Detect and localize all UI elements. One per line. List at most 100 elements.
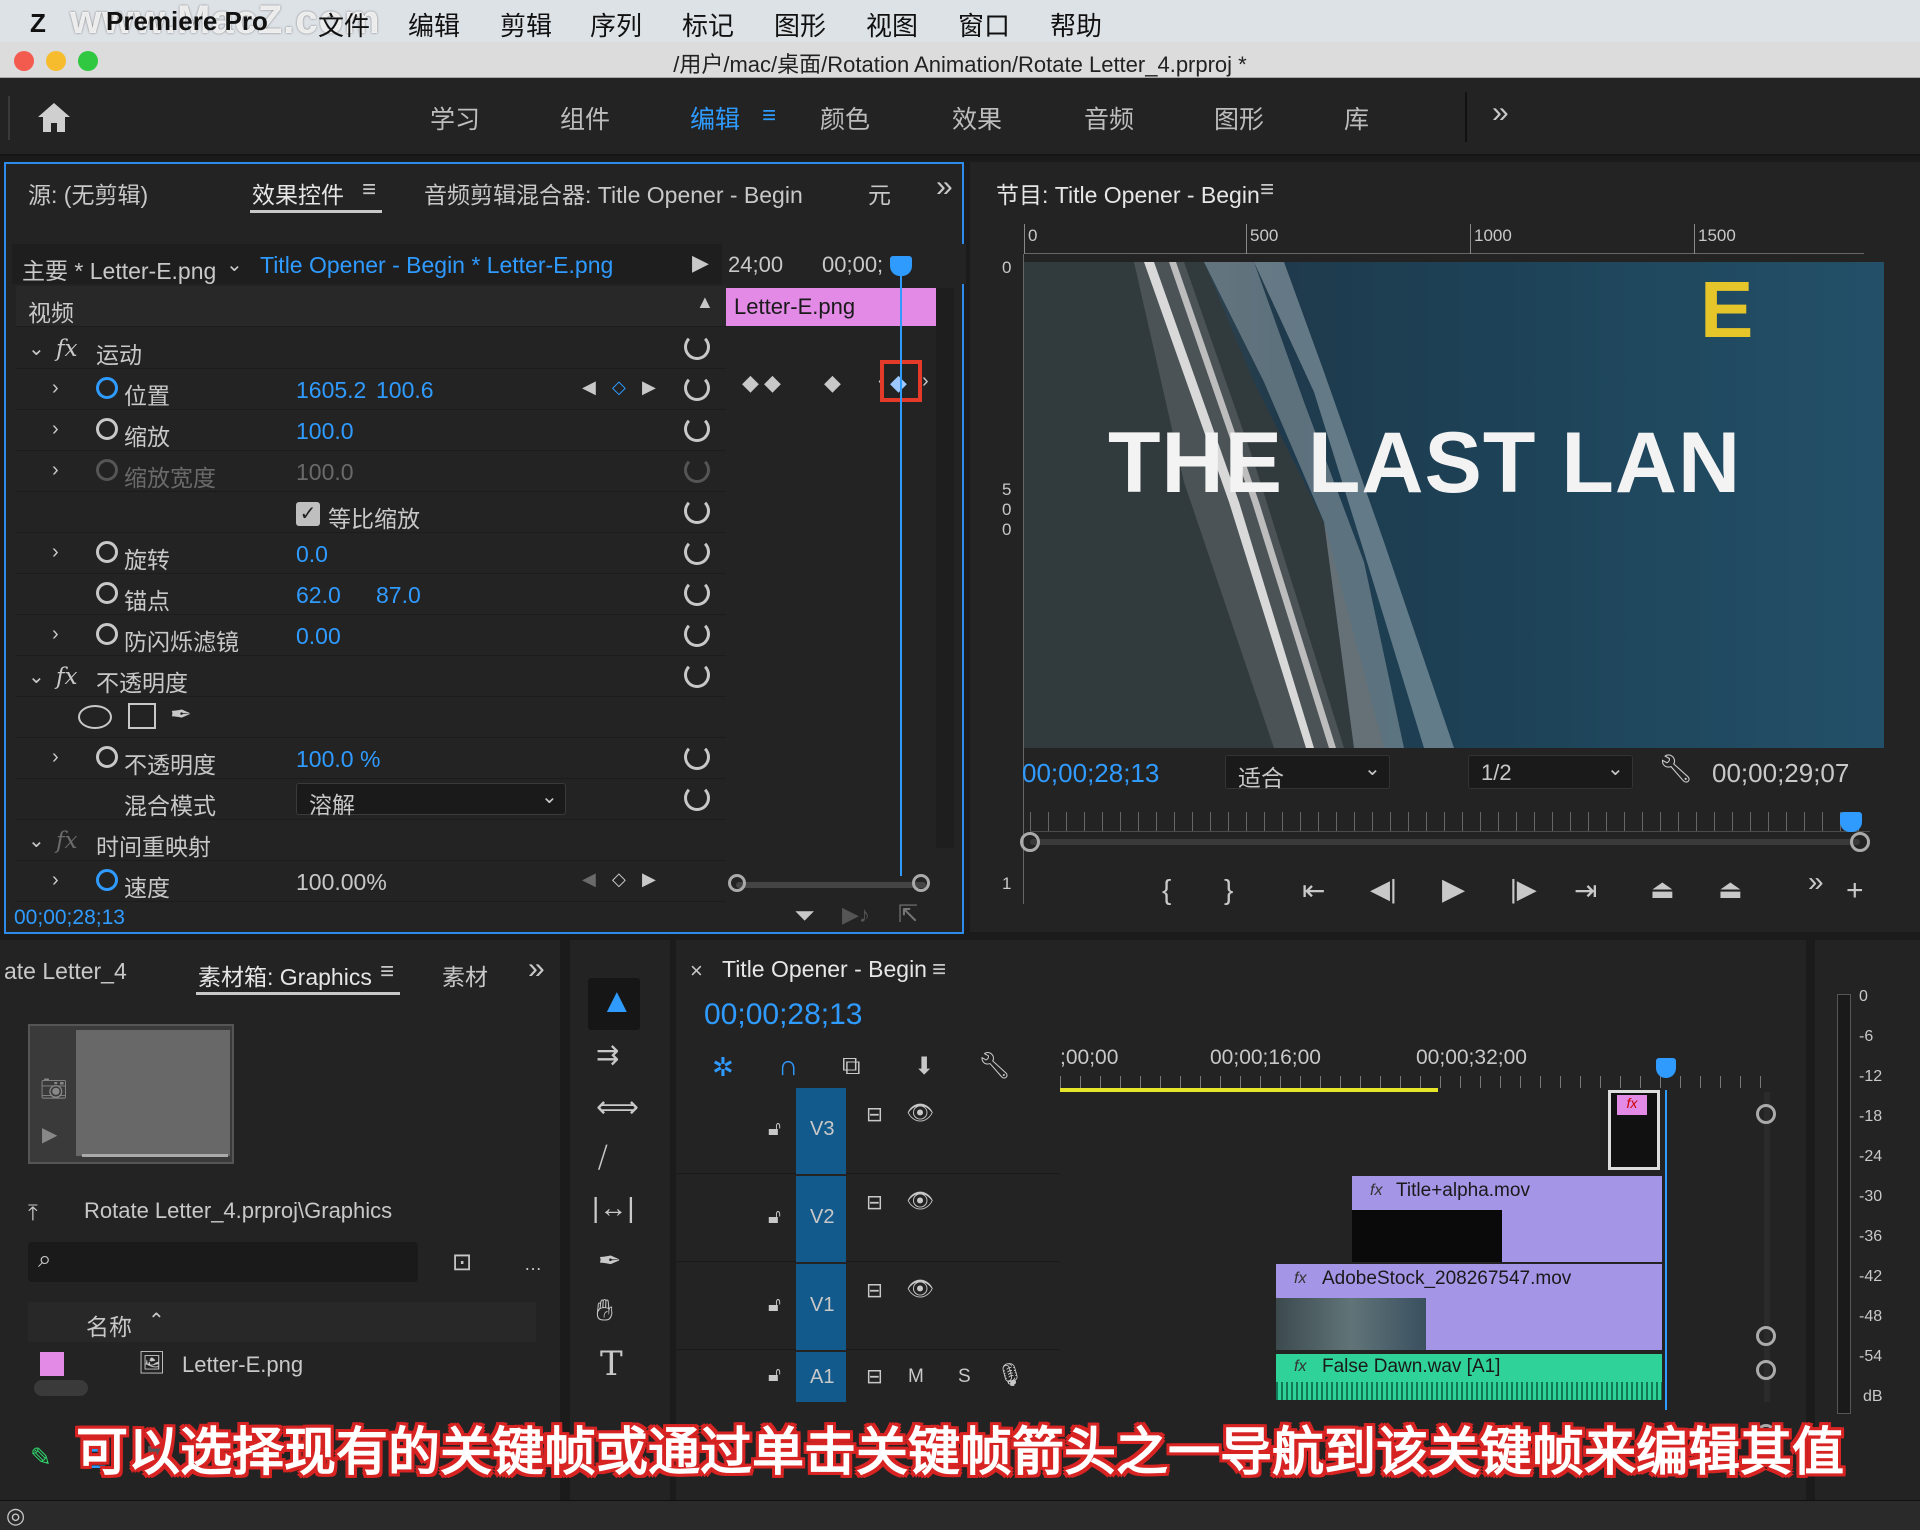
position-x-value[interactable]: 1605.2 xyxy=(296,377,366,404)
add-keyframe-icon[interactable]: ◇ xyxy=(612,869,626,890)
scale-value[interactable]: 100.0 xyxy=(296,418,354,445)
keyframe-diamond[interactable]: ◆ xyxy=(824,370,841,396)
extract-icon[interactable]: ⏏ xyxy=(1718,874,1743,905)
eye-icon[interactable]: 👁︎ xyxy=(906,1188,934,1214)
camera-icon[interactable]: 📷︎ xyxy=(40,1076,68,1102)
overlay-letter-e[interactable]: E xyxy=(1700,264,1753,356)
filter-icon[interactable]: ⏷ xyxy=(794,900,815,932)
resolution-select[interactable]: 1/2 ⌄ xyxy=(1468,755,1633,789)
collapse-up-icon[interactable]: ▲ xyxy=(696,292,714,313)
home-icon[interactable] xyxy=(36,100,72,134)
chevron-down-icon[interactable]: ⌄ xyxy=(226,252,243,277)
ec-timecode[interactable]: 00;00;28;13 xyxy=(14,906,125,930)
step-back-icon[interactable]: ◀| xyxy=(1370,874,1397,905)
work-area-bar[interactable] xyxy=(1060,1088,1438,1092)
chevron-right-icon[interactable]: › xyxy=(52,377,59,400)
reset-icon[interactable] xyxy=(684,334,710,360)
clip-false-dawn-audio[interactable]: fx False Dawn.wav [A1] xyxy=(1276,1354,1662,1400)
play-only-clip-icon[interactable]: ▶ xyxy=(692,250,709,276)
stopwatch-icon[interactable] xyxy=(96,541,118,563)
mute-button[interactable]: M xyxy=(908,1366,924,1388)
bin-item-name[interactable]: Letter-E.png xyxy=(182,1352,303,1378)
menu-sequence[interactable]: 序列 xyxy=(590,6,642,43)
ellipse-mask-icon[interactable] xyxy=(78,705,112,729)
zoom-scrollbar[interactable] xyxy=(1030,839,1860,845)
sync-lock-icon[interactable]: ⊟ xyxy=(866,1102,883,1127)
wrench-icon[interactable]: 🔧︎ xyxy=(1658,752,1694,785)
antiflicker-value[interactable]: 0.00 xyxy=(296,623,341,650)
microphone-icon[interactable]: 🎙︎ xyxy=(996,1362,1024,1388)
stopwatch-icon[interactable] xyxy=(96,377,118,399)
selection-tool-icon[interactable]: ▲ xyxy=(600,982,634,1021)
more-panels-icon[interactable]: » xyxy=(936,170,953,204)
anchor-y-value[interactable]: 87.0 xyxy=(376,582,421,609)
reset-icon[interactable] xyxy=(684,785,710,811)
speed-value[interactable]: 100.00% xyxy=(296,869,387,896)
pen-mask-icon[interactable]: ✒ xyxy=(170,699,192,730)
menu-window[interactable]: 窗口 xyxy=(958,6,1010,43)
uniform-scale-checkbox[interactable]: ✓ xyxy=(296,502,320,526)
export-icon[interactable]: ⇱ xyxy=(898,900,918,929)
step-forward-icon[interactable]: |▶ xyxy=(1510,874,1537,905)
sync-lock-icon[interactable]: ⊟ xyxy=(866,1190,883,1215)
timeline-scrollbar[interactable] xyxy=(1764,1092,1770,1402)
chevron-down-icon[interactable]: ⌄ xyxy=(28,828,45,853)
menu-edit[interactable]: 编辑 xyxy=(408,6,460,43)
more-panels-icon[interactable]: » xyxy=(528,952,545,986)
clip-bar[interactable]: Letter-E.png xyxy=(726,288,936,326)
sequence-clip-label[interactable]: Title Opener - Begin * Letter-E.png xyxy=(260,252,613,279)
mark-in-icon[interactable]: { xyxy=(1162,874,1171,906)
keyframe-diamond[interactable]: ◆ xyxy=(742,370,759,396)
anchor-x-value[interactable]: 62.0 xyxy=(296,582,341,609)
tab-source[interactable]: 源: (无剪辑) xyxy=(28,176,148,210)
chevron-right-icon[interactable]: › xyxy=(52,746,59,769)
nest-toggle-icon[interactable]: ✲ xyxy=(712,1052,734,1083)
add-marker-icon[interactable]: ⬇ xyxy=(914,1052,934,1081)
tab-audio-clip-mixer[interactable]: 音频剪辑混合器: Title Opener - Begin xyxy=(424,176,803,210)
timeline-settings-icon[interactable]: 🔧︎ xyxy=(978,1050,1011,1081)
track-target-a1[interactable]: A1 xyxy=(796,1352,846,1402)
tab-project[interactable]: ate Letter_4 xyxy=(4,958,127,985)
panel-menu-icon[interactable]: ≡ xyxy=(380,958,394,986)
menu-help[interactable]: 帮助 xyxy=(1050,6,1102,43)
zoom-handle-left[interactable] xyxy=(1020,832,1040,852)
menu-graphics[interactable]: 图形 xyxy=(774,6,826,43)
sync-lock-icon[interactable]: ⊟ xyxy=(866,1364,883,1389)
prev-keyframe-icon[interactable]: ◀ xyxy=(582,869,596,890)
thumbnail-scrubber[interactable] xyxy=(82,1154,228,1157)
stopwatch-icon[interactable] xyxy=(96,582,118,604)
creative-cloud-icon[interactable]: ◎ xyxy=(6,1503,25,1529)
eye-icon[interactable]: 👁︎ xyxy=(906,1276,934,1302)
chevron-right-icon[interactable]: › xyxy=(52,541,59,564)
scroll-handle[interactable] xyxy=(1756,1360,1776,1380)
tab-graphics[interactable]: 图形 xyxy=(1214,100,1264,136)
scroll-handle[interactable] xyxy=(1756,1326,1776,1346)
timeline-timecode[interactable]: 00;00;28;13 xyxy=(704,998,862,1032)
clip-adobestock[interactable]: fx AdobeStock_208267547.mov xyxy=(1276,1264,1662,1350)
vertical-scrollbar[interactable] xyxy=(936,288,954,848)
horizontal-scrollbar[interactable] xyxy=(736,882,926,888)
menu-clip[interactable]: 剪辑 xyxy=(500,6,552,43)
scroll-handle-left[interactable] xyxy=(728,874,746,892)
panel-menu-icon[interactable]: ≡ xyxy=(1260,176,1274,204)
timeline-playhead[interactable] xyxy=(1656,1058,1676,1078)
label-color-swatch[interactable] xyxy=(40,1352,64,1376)
reset-icon[interactable] xyxy=(684,744,710,770)
fit-select[interactable]: 适合 ⌄ xyxy=(1225,755,1390,791)
program-scrubber[interactable] xyxy=(1030,812,1870,832)
prev-keyframe-icon[interactable]: ◀ xyxy=(582,377,596,398)
snap-icon[interactable]: ∩ xyxy=(778,1050,798,1082)
workspace-menu-icon[interactable]: ≡ xyxy=(762,102,776,130)
tab-libraries[interactable]: 库 xyxy=(1344,100,1369,136)
panel-menu-icon[interactable]: ≡ xyxy=(932,956,946,984)
app-menu[interactable]: Premiere Pro xyxy=(106,6,268,37)
opacity-value[interactable]: 100.0 % xyxy=(296,746,380,773)
more-controls-icon[interactable]: » xyxy=(1808,866,1824,898)
play-thumbnail-icon[interactable]: ▶ xyxy=(42,1122,57,1147)
stopwatch-icon[interactable] xyxy=(96,418,118,440)
razor-tool-icon[interactable]: ⧸ xyxy=(598,1142,608,1175)
reset-icon[interactable] xyxy=(684,498,710,524)
timeline-title[interactable]: Title Opener - Begin xyxy=(722,956,927,983)
reset-icon[interactable] xyxy=(684,539,710,565)
blend-mode-select[interactable]: 溶解 ⌄ xyxy=(296,783,566,818)
